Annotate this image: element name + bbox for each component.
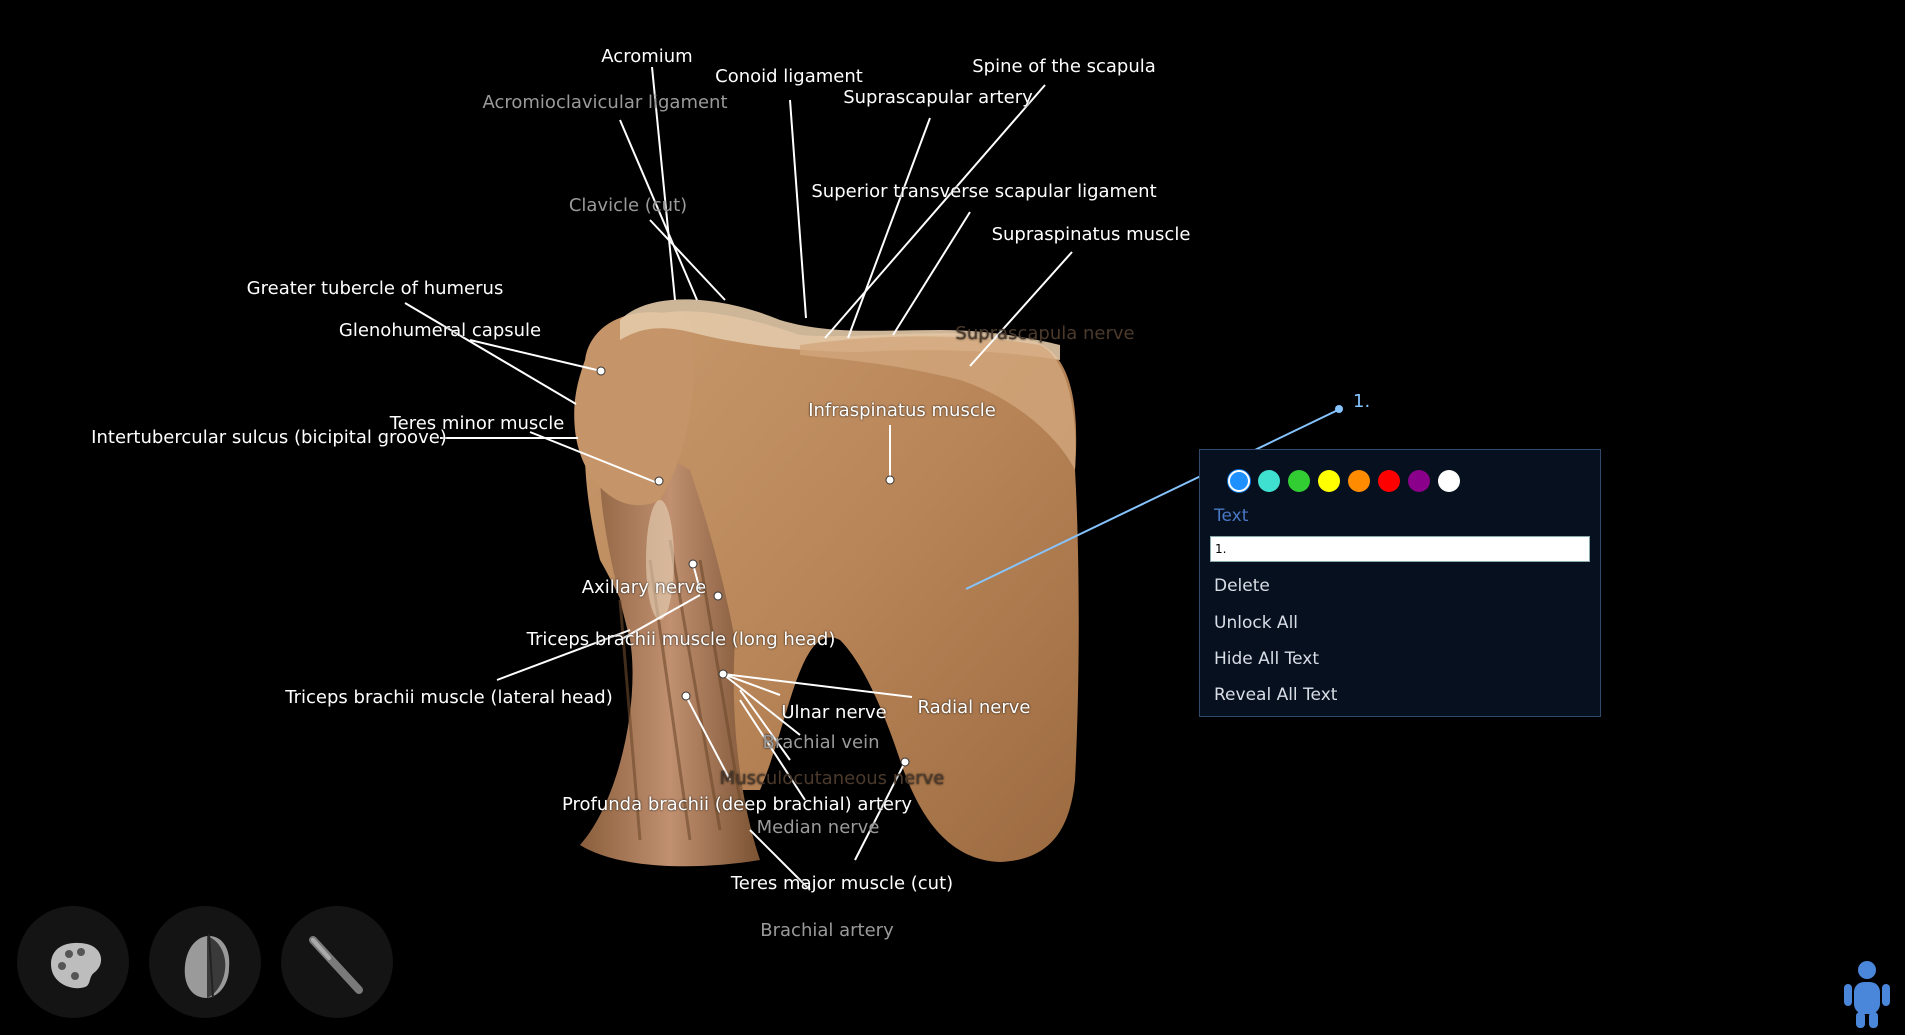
marker-pin[interactable] <box>1335 405 1343 413</box>
pin <box>900 757 910 767</box>
head-section-tool-button[interactable] <box>149 906 261 1018</box>
label-clavicle-cut[interactable]: Clavicle (cut) <box>569 195 687 216</box>
hide-all-text-menu-item[interactable]: Hide All Text <box>1214 649 1319 669</box>
label-radial-nerve[interactable]: Radial nerve <box>918 697 1031 718</box>
delete-menu-item[interactable]: Delete <box>1214 576 1270 596</box>
pin <box>885 475 895 485</box>
reveal-all-text-menu-item[interactable]: Reveal All Text <box>1214 685 1337 705</box>
head-section-icon <box>184 933 230 999</box>
label-suprascapula-nerve[interactable]: Suprascapula nerve <box>955 323 1134 344</box>
scalpel-icon <box>309 936 363 994</box>
tendon-highlight <box>646 500 674 620</box>
pin <box>681 691 691 701</box>
color-swatch-6[interactable] <box>1408 470 1430 492</box>
color-swatch-1[interactable] <box>1258 470 1280 492</box>
label-acromioclavicular-ligament[interactable]: Acromioclavicular ligament <box>482 92 727 113</box>
label-triceps-lateral-head[interactable]: Triceps brachii muscle (lateral head) <box>285 687 612 708</box>
label-median-nerve[interactable]: Median nerve <box>757 817 880 838</box>
color-swatch-7[interactable] <box>1438 470 1460 492</box>
annotation-context-panel[interactable]: Text Delete Unlock All Hide All Text Rev… <box>1199 449 1601 717</box>
pin <box>596 366 606 376</box>
label-glenohumeral-capsule[interactable]: Glenohumeral capsule <box>339 320 541 341</box>
label-user-marker[interactable]: 1. <box>1353 391 1370 412</box>
label-ulnar-nerve[interactable]: Ulnar nerve <box>781 702 886 723</box>
label-supraspinatus-muscle[interactable]: Supraspinatus muscle <box>992 224 1191 245</box>
label-brachial-artery[interactable]: Brachial artery <box>760 920 893 941</box>
pin <box>688 559 698 569</box>
label-suprascapular-artery[interactable]: Suprascapular artery <box>843 87 1033 108</box>
label-conoid-ligament[interactable]: Conoid ligament <box>715 66 863 87</box>
label-teres-major[interactable]: Teres major muscle (cut) <box>731 873 953 894</box>
panel-text-heading: Text <box>1214 506 1249 526</box>
label-intertubercular-sulcus[interactable]: Intertubercular sulcus (bicipital groove… <box>91 427 447 448</box>
color-swatch-0[interactable] <box>1228 470 1250 492</box>
label-brachial-vein[interactable]: Brachial vein <box>763 732 880 753</box>
color-swatch-5[interactable] <box>1378 470 1400 492</box>
pin <box>654 476 664 486</box>
palette-tool-button[interactable] <box>17 906 129 1018</box>
label-profunda-brachii[interactable]: Profunda brachii (deep brachial) artery <box>562 794 912 815</box>
label-spine-of-scapula[interactable]: Spine of the scapula <box>972 56 1156 77</box>
annotation-text-input[interactable] <box>1210 536 1590 562</box>
label-greater-tubercle[interactable]: Greater tubercle of humerus <box>247 278 504 299</box>
color-swatch-4[interactable] <box>1348 470 1370 492</box>
figure-icon[interactable] <box>1838 958 1896 1032</box>
label-superior-transverse-scapular-ligament[interactable]: Superior transverse scapular ligament <box>811 181 1156 202</box>
scalpel-tool-button[interactable] <box>281 906 393 1018</box>
pin <box>713 591 723 601</box>
label-musculocutaneous-nerve[interactable]: Musculocutaneous nerve <box>720 768 945 789</box>
label-acromium[interactable]: Acromium <box>601 46 692 67</box>
label-triceps-long-head[interactable]: Triceps brachii muscle (long head) <box>527 629 836 650</box>
pin <box>718 669 728 679</box>
color-swatch-2[interactable] <box>1288 470 1310 492</box>
unlock-all-menu-item[interactable]: Unlock All <box>1214 613 1298 633</box>
label-infraspinatus[interactable]: Infraspinatus muscle <box>808 400 996 421</box>
color-swatch-3[interactable] <box>1318 470 1340 492</box>
palette-icon <box>51 942 102 989</box>
label-axillary-nerve[interactable]: Axillary nerve <box>582 577 706 598</box>
color-swatch-row <box>1228 470 1460 492</box>
